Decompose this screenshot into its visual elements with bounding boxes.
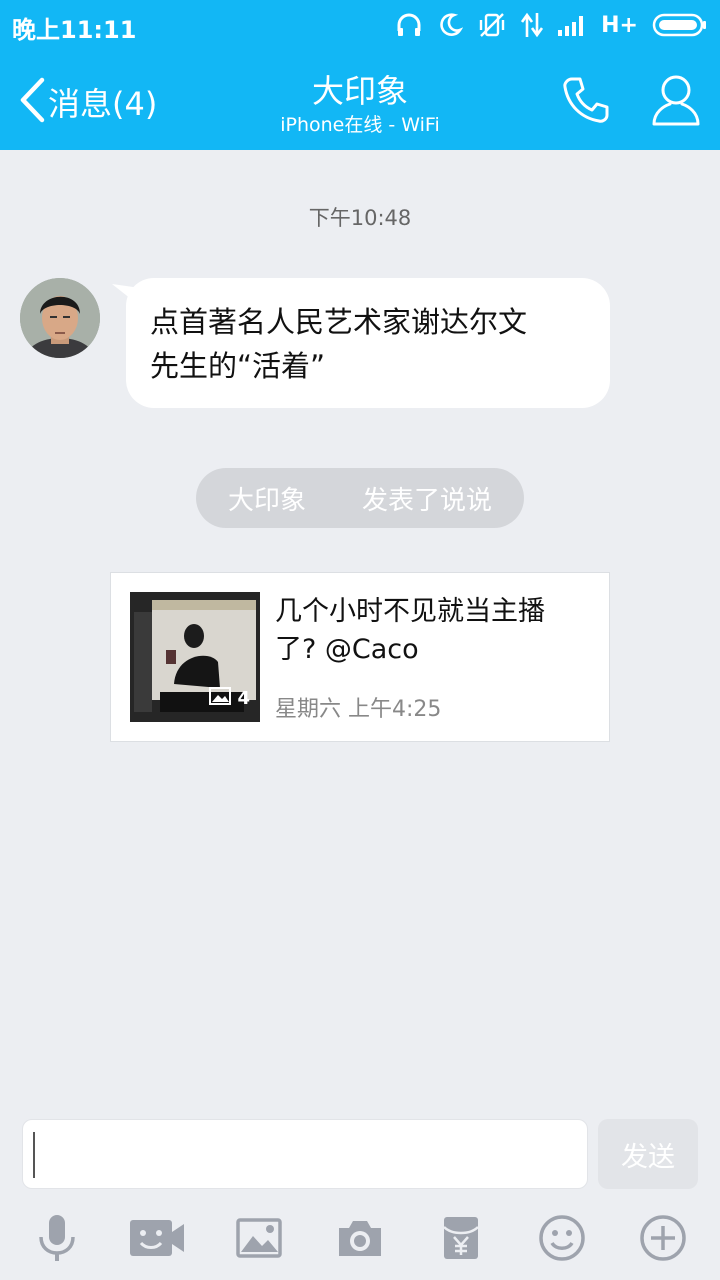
photo-count-number: 4 xyxy=(237,688,250,709)
gallery-icon xyxy=(209,687,232,710)
input-toolbar xyxy=(0,1200,720,1280)
video-button[interactable] xyxy=(126,1210,190,1270)
video-icon xyxy=(128,1216,188,1264)
mic-icon xyxy=(35,1213,79,1267)
post-text: 几个小时不见就当主播 了? @Caco xyxy=(275,593,585,669)
mic-button[interactable] xyxy=(27,1210,87,1270)
message-timestamp: 下午10:48 xyxy=(308,206,412,230)
emoji-button[interactable] xyxy=(532,1210,592,1270)
nav-bar: 消息(4) 大印象 iPhone在线 - WiFi xyxy=(0,52,720,150)
profile-icon xyxy=(650,75,702,132)
camera-icon xyxy=(337,1218,383,1262)
call-button[interactable] xyxy=(560,74,612,126)
send-button[interactable]: 发送 xyxy=(598,1119,698,1189)
post-time: 星期六 上午4:25 xyxy=(275,697,442,722)
status-icons: H+ xyxy=(395,8,708,42)
plus-icon xyxy=(639,1214,687,1266)
moon-icon xyxy=(437,12,464,38)
phone-icon xyxy=(560,77,612,130)
profile-button[interactable] xyxy=(650,72,702,128)
message-text-line2: 先生的“活着” xyxy=(150,349,326,383)
message-bubble[interactable]: 点首著名人民艺术家谢达尔文 先生的“活着” xyxy=(126,278,610,408)
signal-icon xyxy=(557,13,587,37)
chat-title: 大印象 xyxy=(311,72,408,110)
image-button[interactable] xyxy=(229,1210,289,1270)
vibrate-off-icon xyxy=(477,11,507,39)
data-arrows-icon xyxy=(521,11,544,39)
image-icon xyxy=(236,1218,282,1262)
camera-button[interactable] xyxy=(330,1210,390,1270)
notice-user: 大印象 xyxy=(227,485,306,516)
online-status: iPhone在线 - WiFi xyxy=(280,114,440,136)
photo-count: 4 xyxy=(209,687,250,710)
more-button[interactable] xyxy=(633,1210,693,1270)
shared-post-card[interactable]: 4 几个小时不见就当主播 了? @Caco 星期六 上午4:25 xyxy=(110,572,610,742)
message-input[interactable] xyxy=(22,1119,588,1189)
notice-action: 发表了说说 xyxy=(362,485,493,516)
message-text-line1: 点首著名人民艺术家谢达尔文 xyxy=(150,305,528,339)
system-notice: 大印象 发表了说说 xyxy=(196,468,524,528)
red-packet-button[interactable] xyxy=(431,1210,491,1270)
status-time: 晚上11:11 xyxy=(12,16,137,44)
avatar[interactable] xyxy=(20,278,100,358)
text-caret xyxy=(33,1132,35,1178)
headset-icon xyxy=(395,11,423,39)
emoji-icon xyxy=(538,1214,586,1266)
battery-icon xyxy=(652,12,708,38)
status-bar: 晚上11:11 H+ xyxy=(0,0,720,52)
top-bar: 晚上11:11 H+ 消息(4) 大印象 iPhone在线 - WiFi xyxy=(0,0,720,150)
post-text-line2: 了? @Caco xyxy=(275,634,419,665)
network-type: H+ xyxy=(601,12,638,38)
post-text-line1: 几个小时不见就当主播 xyxy=(275,596,545,627)
post-thumbnail: 4 xyxy=(130,592,260,722)
red-packet-icon xyxy=(442,1215,480,1265)
